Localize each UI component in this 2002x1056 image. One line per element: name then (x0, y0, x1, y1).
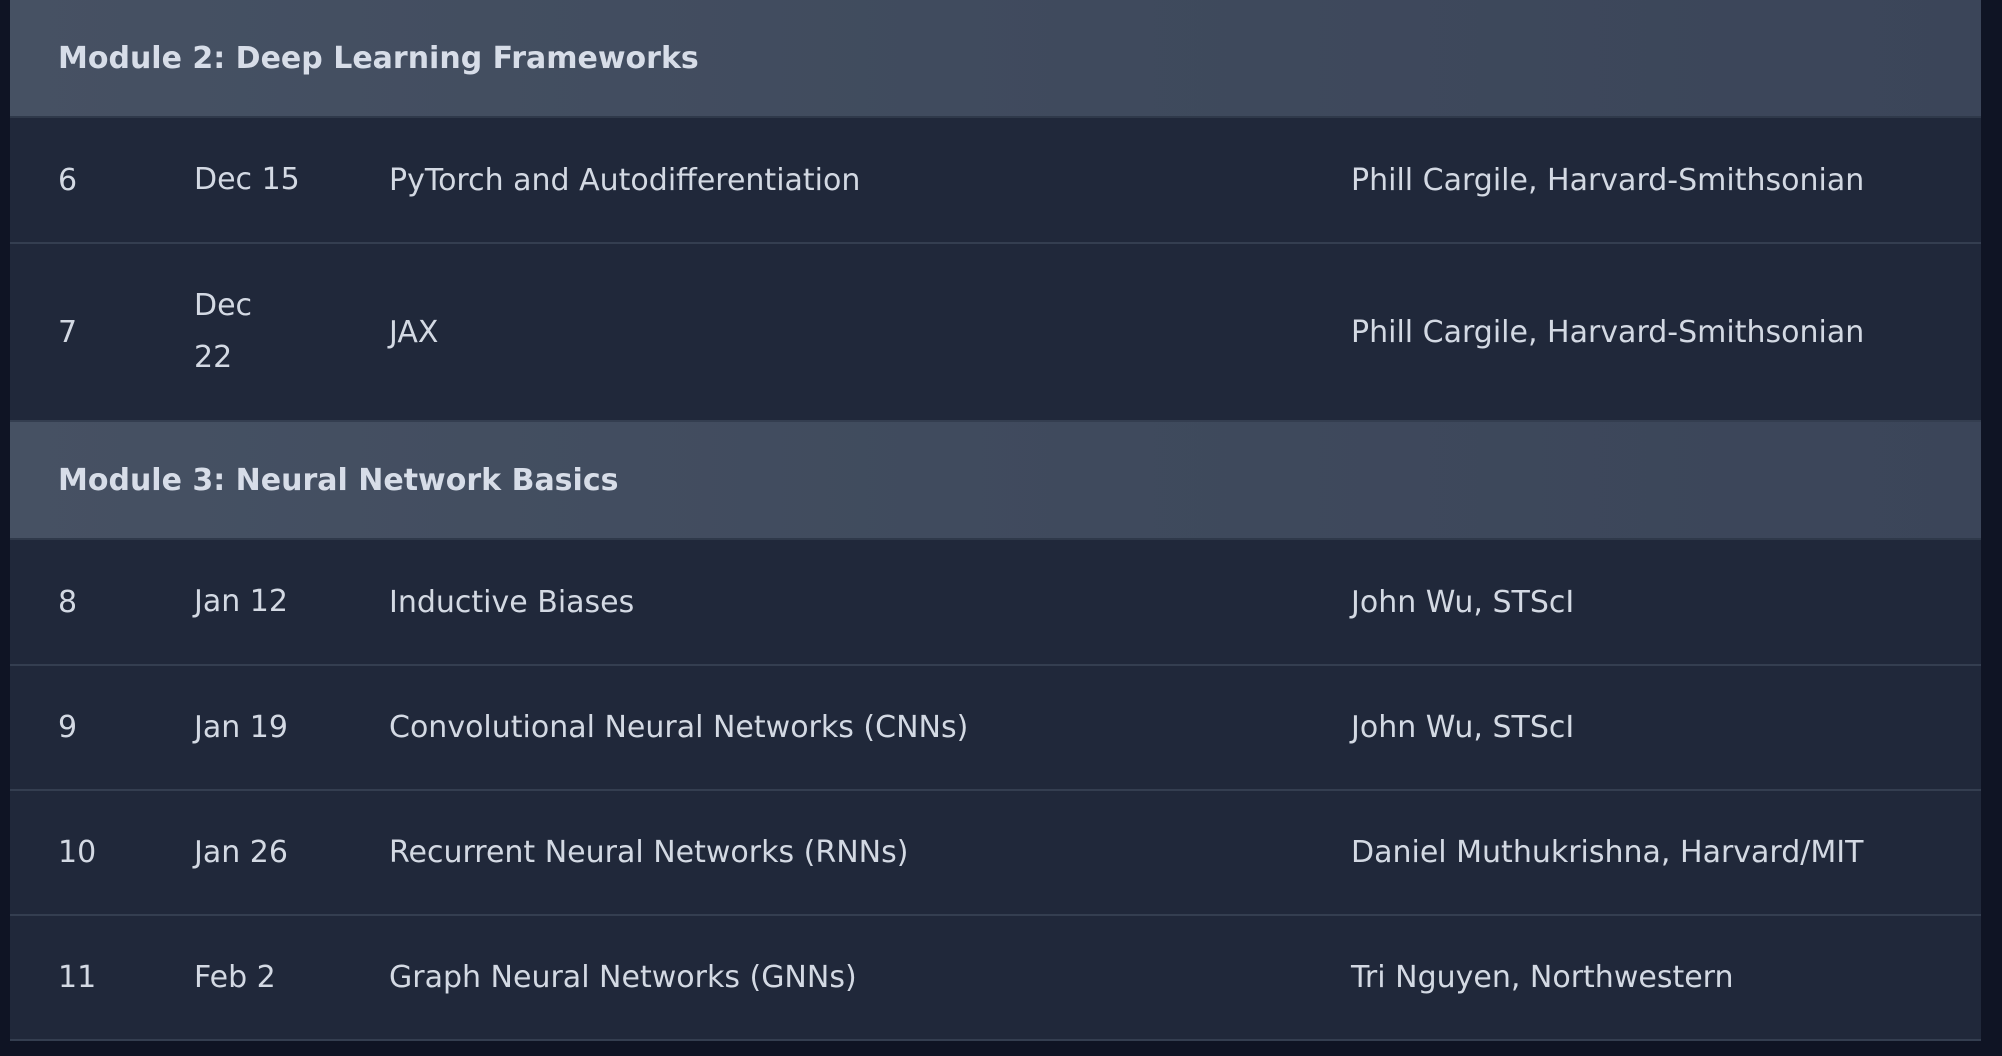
session-number: 7 (10, 243, 192, 422)
session-date: Feb 2 (192, 915, 389, 1041)
session-date: Dec 15 (192, 117, 389, 244)
module-title: Module 3: Neural Network Basics (10, 420, 1982, 540)
session-number: 6 (10, 117, 192, 244)
module-header-row: Module 3: Neural Network Basics (10, 420, 1982, 540)
session-row: 10 Jan 26 Recurrent Neural Networks (RNN… (10, 790, 1982, 916)
session-row: 8 Jan 12 Inductive Biases John Wu, STScI (10, 539, 1982, 666)
session-speaker: John Wu, STScI (1351, 539, 1982, 666)
session-speaker: Phill Cargile, Harvard-Smithsonian (1351, 243, 1982, 422)
session-number: 8 (10, 539, 192, 666)
session-date-text: Dec 22 (194, 288, 253, 375)
session-topic: Graph Neural Networks (GNNs) (389, 915, 1351, 1041)
session-speaker: Phill Cargile, Harvard-Smithsonian (1351, 117, 1982, 244)
session-number: 11 (10, 915, 192, 1041)
session-speaker: John Wu, STScI (1351, 665, 1982, 791)
session-row: 6 Dec 15 PyTorch and Autodifferentiation… (10, 117, 1982, 244)
session-row: 9 Jan 19 Convolutional Neural Networks (… (10, 665, 1982, 791)
session-row: 11 Feb 2 Graph Neural Networks (GNNs) Tr… (10, 915, 1982, 1041)
session-topic: PyTorch and Autodifferentiation (389, 117, 1351, 244)
session-date: Jan 26 (192, 790, 389, 916)
module-header-row: Module 2: Deep Learning Frameworks (10, 0, 1982, 118)
session-topic: Recurrent Neural Networks (RNNs) (389, 790, 1351, 916)
session-date: Dec 22 (192, 243, 389, 422)
schedule-table: Module 2: Deep Learning Frameworks 6 Dec… (10, 0, 1982, 1041)
session-speaker: Tri Nguyen, Northwestern (1351, 915, 1982, 1041)
session-number: 10 (10, 790, 192, 916)
session-date: Jan 12 (192, 539, 389, 666)
session-date: Jan 19 (192, 665, 389, 791)
session-speaker: Daniel Muthukrishna, Harvard/MIT (1351, 790, 1982, 916)
session-topic: Convolutional Neural Networks (CNNs) (389, 665, 1351, 791)
module-title: Module 2: Deep Learning Frameworks (10, 0, 1982, 118)
session-row: 7 Dec 22 JAX Phill Cargile, Harvard-Smit… (10, 243, 1982, 422)
session-number: 9 (10, 665, 192, 791)
session-topic: JAX (389, 243, 1351, 422)
session-topic: Inductive Biases (389, 539, 1351, 666)
page-background-strip (1981, 0, 2002, 1056)
